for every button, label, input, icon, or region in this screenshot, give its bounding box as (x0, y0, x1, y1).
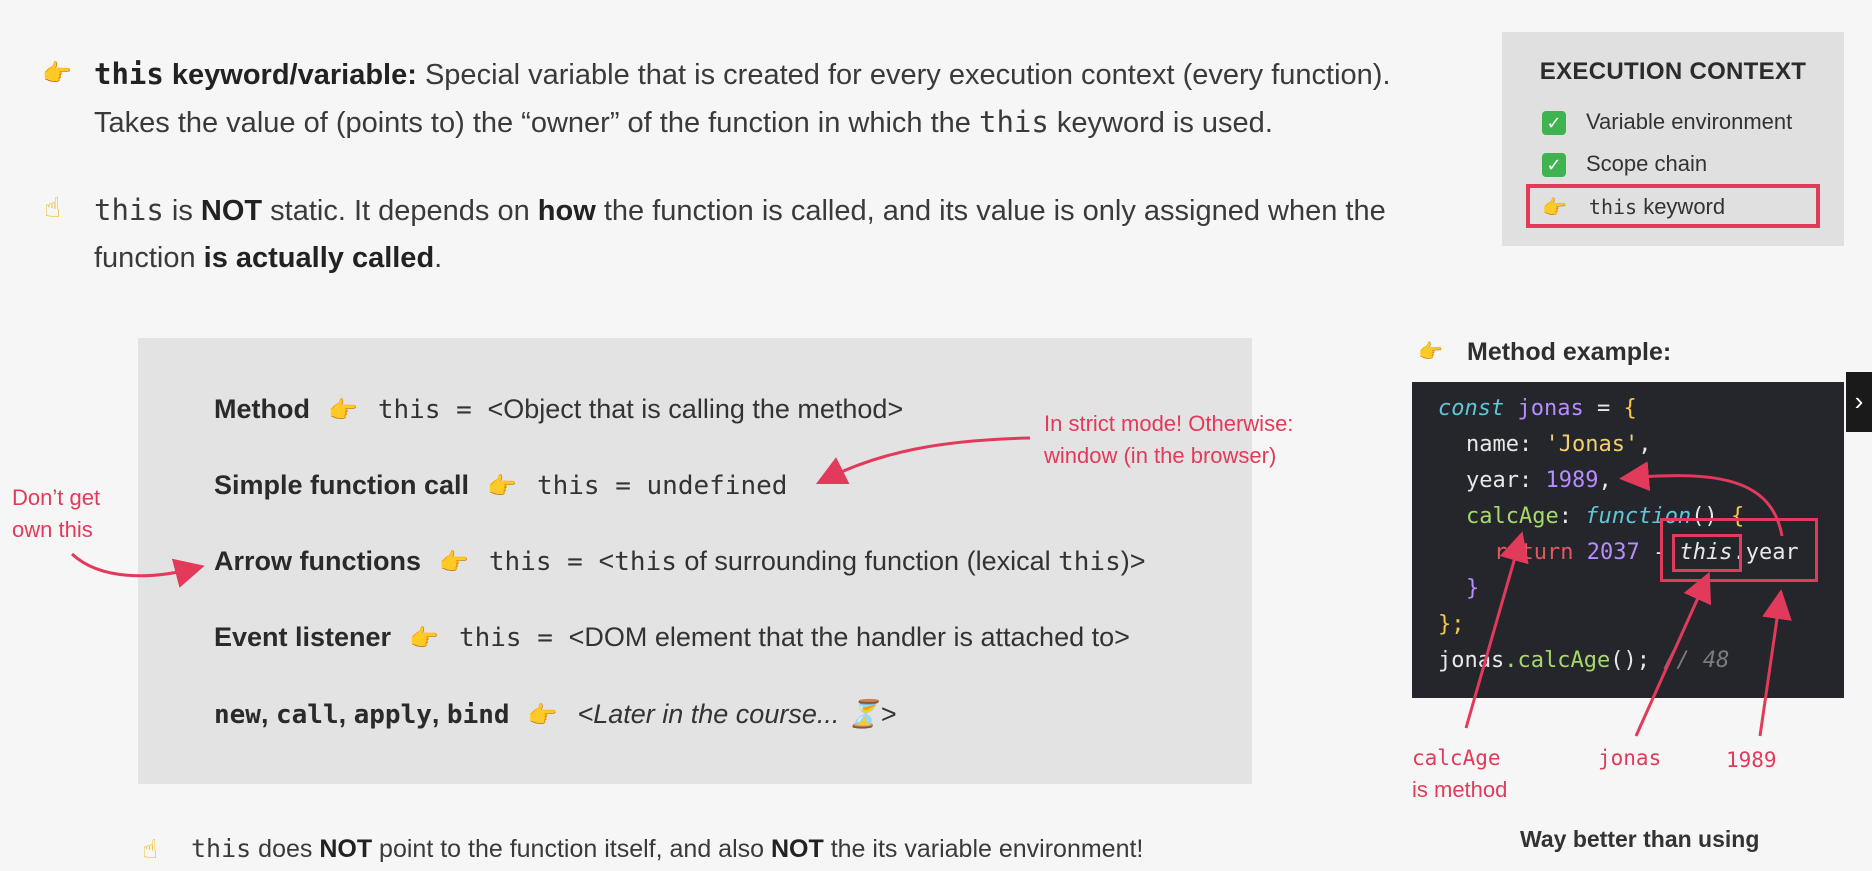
arrow-label-to-this (1634, 571, 1712, 737)
arrow-note-to-arrow-functions (70, 552, 205, 588)
arrow-label-to-year (1758, 589, 1792, 737)
arrow-strict-to-undefined (815, 436, 1031, 485)
arrow-label-to-calcage (1464, 531, 1529, 729)
arrow-year-to-1989 (1619, 461, 1784, 537)
annotation-arrows (70, 436, 1792, 737)
